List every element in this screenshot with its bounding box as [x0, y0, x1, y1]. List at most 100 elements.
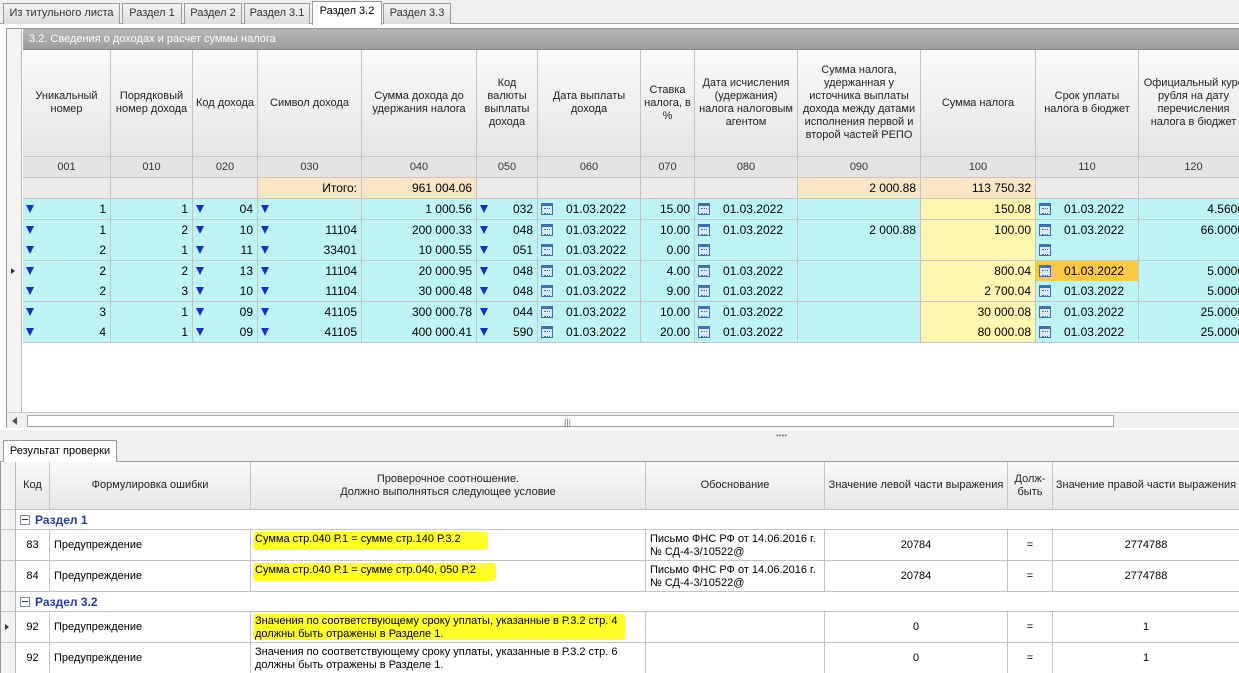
- dropdown-icon[interactable]: [26, 328, 34, 336]
- calendar-icon[interactable]: [541, 264, 553, 277]
- cell-c020[interactable]: 13: [193, 260, 258, 282]
- dropdown-icon[interactable]: [26, 307, 34, 316]
- check-left-value[interactable]: 0: [825, 643, 1008, 673]
- calendar-icon[interactable]: [698, 203, 710, 215]
- cell-c030[interactable]: 41105: [258, 301, 362, 323]
- scroll-left-icon[interactable]: [12, 417, 17, 425]
- cell-c001[interactable]: 2: [23, 260, 111, 282]
- cell-c060[interactable]: 01.03.2022: [538, 260, 641, 282]
- cell-c040[interactable]: 400 000.41: [362, 322, 477, 343]
- column-header-010[interactable]: Порядковый номер дохода: [111, 50, 193, 157]
- check-right-value[interactable]: 1: [1053, 643, 1239, 673]
- cell-c070[interactable]: 4.00: [641, 260, 695, 282]
- cell-c110[interactable]: 01.03.2022: [1036, 322, 1139, 343]
- collapse-icon[interactable]: [20, 597, 30, 607]
- calendar-icon[interactable]: [1039, 305, 1051, 318]
- cell-c010[interactable]: 2: [111, 260, 193, 282]
- cell-c100[interactable]: 2 700.04: [921, 281, 1036, 302]
- cell-c030[interactable]: 33401: [258, 240, 362, 261]
- row-selector[interactable]: [1, 612, 16, 643]
- row-selector[interactable]: [1, 530, 16, 561]
- horizontal-scrollbar[interactable]: |||: [7, 412, 1239, 428]
- cell-c020[interactable]: 10: [193, 219, 258, 241]
- calendar-icon[interactable]: [698, 285, 710, 297]
- tab-5[interactable]: Раздел 3.2: [312, 1, 382, 25]
- calendar-icon[interactable]: [1039, 223, 1051, 236]
- column-header-100[interactable]: Сумма налога: [921, 50, 1036, 157]
- cell-c070[interactable]: 9.00: [641, 281, 695, 302]
- group-row-1[interactable]: Раздел 1: [16, 510, 1239, 530]
- dropdown-icon[interactable]: [261, 266, 269, 275]
- column-header-001[interactable]: Уникальный номер: [23, 50, 111, 157]
- calendar-icon[interactable]: [541, 305, 553, 318]
- cell-c010[interactable]: 1: [111, 240, 193, 261]
- cell-c110[interactable]: 01.03.2022: [1036, 199, 1139, 220]
- cell-c010[interactable]: 1: [111, 301, 193, 323]
- cell-c050[interactable]: 032: [477, 199, 538, 220]
- cell-c120[interactable]: 4.5600: [1139, 199, 1239, 220]
- check-condition[interactable]: Значения по соответствующему сроку уплат…: [251, 643, 646, 673]
- cell-c010[interactable]: 3: [111, 281, 193, 302]
- cell-c080[interactable]: 01.03.2022: [695, 281, 798, 302]
- check-column-header-2[interactable]: Формулировка ошибки: [50, 462, 251, 510]
- cell-c110[interactable]: 01.03.2022: [1036, 301, 1139, 323]
- cell-c001[interactable]: 1: [23, 219, 111, 241]
- check-condition[interactable]: Значения по соответствующему сроку уплат…: [251, 612, 646, 643]
- cell-c060[interactable]: 01.03.2022: [538, 322, 641, 343]
- column-header-060[interactable]: Дата выплаты дохода: [538, 50, 641, 157]
- cell-c040[interactable]: 20 000.95: [362, 260, 477, 282]
- cell-c050[interactable]: 590: [477, 322, 538, 343]
- dropdown-icon[interactable]: [261, 328, 269, 336]
- check-right-value[interactable]: 2774788: [1053, 530, 1239, 561]
- calendar-icon[interactable]: [698, 264, 710, 277]
- check-type[interactable]: Предупреждение: [50, 530, 251, 561]
- row-selector[interactable]: [1, 561, 16, 592]
- dropdown-icon[interactable]: [196, 205, 204, 213]
- check-code[interactable]: 83: [16, 530, 50, 561]
- calendar-icon[interactable]: [1039, 203, 1051, 215]
- calendar-icon[interactable]: [698, 326, 710, 338]
- cell-c030[interactable]: [258, 199, 362, 220]
- dropdown-icon[interactable]: [26, 287, 34, 295]
- cell-c100[interactable]: 80 000.08: [921, 322, 1036, 343]
- tab-check-result[interactable]: Результат проверки: [3, 440, 117, 463]
- dropdown-icon[interactable]: [480, 287, 488, 295]
- column-header-050[interactable]: Код валюты выплаты дохода: [477, 50, 538, 157]
- cell-c120[interactable]: 5.0000: [1139, 281, 1239, 302]
- calendar-icon[interactable]: [541, 244, 553, 256]
- column-header-030[interactable]: Символ дохода: [258, 50, 362, 157]
- cell-c100[interactable]: 800.04: [921, 260, 1036, 282]
- dropdown-icon[interactable]: [480, 328, 488, 336]
- dropdown-icon[interactable]: [26, 205, 34, 213]
- cell-c040[interactable]: 200 000.33: [362, 219, 477, 241]
- check-basis[interactable]: [646, 643, 825, 673]
- calendar-icon[interactable]: [1039, 244, 1051, 256]
- cell-c120[interactable]: 5.0000: [1139, 260, 1239, 282]
- check-type[interactable]: Предупреждение: [50, 643, 251, 673]
- dropdown-icon[interactable]: [261, 205, 269, 213]
- calendar-icon[interactable]: [698, 223, 710, 236]
- cell-c080[interactable]: 01.03.2022: [695, 199, 798, 220]
- cell-c110[interactable]: 01.03.2022: [1036, 281, 1139, 302]
- check-condition[interactable]: Сумма стр.040 Р.1 = сумме стр.040, 050 Р…: [251, 561, 646, 592]
- check-type[interactable]: Предупреждение: [50, 561, 251, 592]
- row-selector[interactable]: [1, 643, 16, 673]
- check-operator[interactable]: =: [1008, 643, 1053, 673]
- cell-c001[interactable]: 4: [23, 322, 111, 343]
- dropdown-icon[interactable]: [26, 246, 34, 254]
- cell-c120[interactable]: 25.0000: [1139, 301, 1239, 323]
- check-operator[interactable]: =: [1008, 530, 1053, 561]
- cell-c070[interactable]: 15.00: [641, 199, 695, 220]
- cell-c090[interactable]: [798, 240, 921, 261]
- cell-c030[interactable]: 11104: [258, 219, 362, 241]
- column-header-040[interactable]: Сумма дохода до удержания налога: [362, 50, 477, 157]
- check-basis[interactable]: [646, 612, 825, 643]
- dropdown-icon[interactable]: [196, 328, 204, 336]
- cell-c001[interactable]: 3: [23, 301, 111, 323]
- cell-c001[interactable]: 2: [23, 281, 111, 302]
- panel-splitter[interactable]: ••••: [0, 430, 1239, 440]
- column-header-070[interactable]: Ставка налога, в %: [641, 50, 695, 157]
- check-left-value[interactable]: 0: [825, 612, 1008, 643]
- cell-c030[interactable]: 11104: [258, 281, 362, 302]
- cell-c050[interactable]: 051: [477, 240, 538, 261]
